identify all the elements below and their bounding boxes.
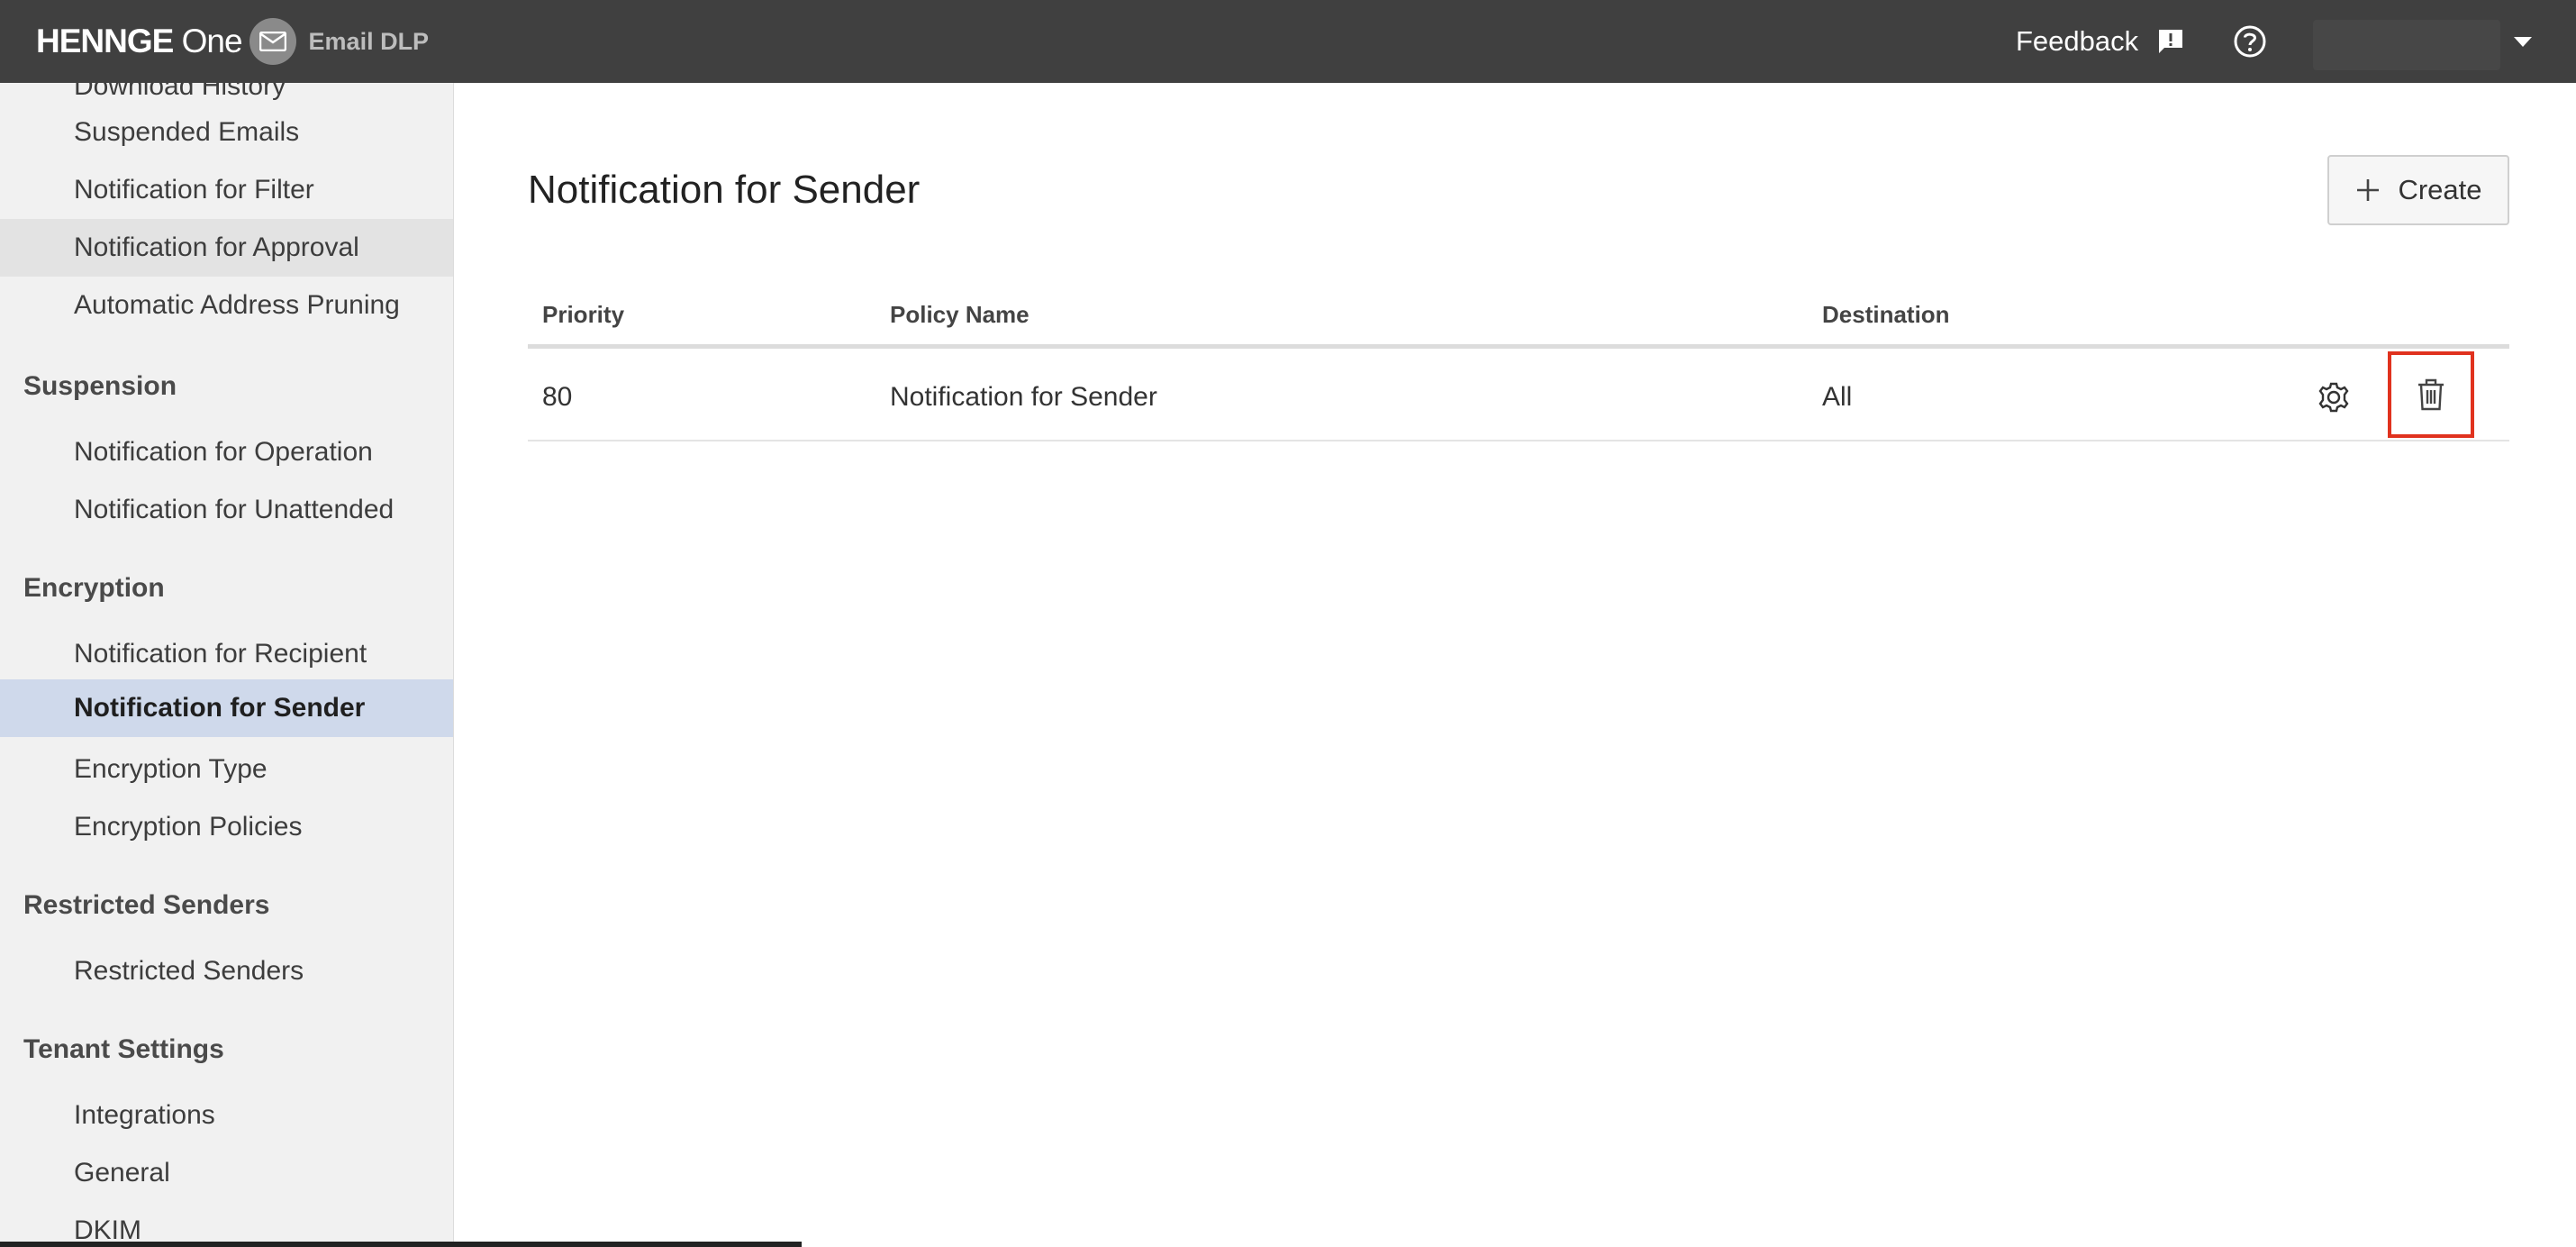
sidebar-item-automatic-address-pruning[interactable]: Automatic Address Pruning <box>0 277 453 334</box>
sidebar-item-dkim[interactable]: DKIM <box>0 1202 453 1247</box>
caret-down-icon[interactable] <box>2511 32 2535 50</box>
cell-priority: 80 <box>542 382 573 412</box>
brand-name: HENNGE <box>36 23 174 59</box>
brand-suffix: One <box>181 23 243 59</box>
bottom-scroll-bar <box>0 1242 802 1247</box>
column-header-priority[interactable]: Priority <box>542 301 624 329</box>
sidebar-section-suspension: Suspension <box>23 371 177 401</box>
sidebar-section-restricted-senders: Restricted Senders <box>23 890 270 920</box>
sidebar-section-tenant-settings: Tenant Settings <box>23 1034 224 1064</box>
sidebar-item-integrations[interactable]: Integrations <box>0 1087 453 1144</box>
column-header-policy-name[interactable]: Policy Name <box>890 301 1029 329</box>
feedback-label: Feedback <box>2016 25 2139 57</box>
top-bar: HENNGE One Email DLP Feedback <box>0 0 2576 83</box>
sidebar-item-notification-for-filter[interactable]: Notification for Filter <box>0 161 453 219</box>
delete-button[interactable] <box>2388 351 2474 438</box>
page-title: Notification for Sender <box>528 168 921 212</box>
column-header-destination[interactable]: Destination <box>1822 301 1950 329</box>
brand-logo: HENNGE One <box>36 23 243 60</box>
sidebar-item-encryption-policies[interactable]: Encryption Policies <box>0 798 453 856</box>
user-menu[interactable] <box>2313 20 2500 70</box>
mail-icon <box>249 18 296 65</box>
sidebar: Download History Suspended Emails Notifi… <box>0 83 454 1247</box>
plus-icon <box>2354 177 2381 204</box>
create-button[interactable]: Create <box>2327 155 2509 225</box>
sidebar-item-notification-for-operation[interactable]: Notification for Operation <box>0 423 453 481</box>
brand[interactable]: HENNGE One Email DLP <box>36 0 429 83</box>
sidebar-item-suspended-emails[interactable]: Suspended Emails <box>0 104 453 161</box>
product-name: Email DLP <box>308 27 430 55</box>
sidebar-item-notification-for-sender[interactable]: Notification for Sender <box>0 679 453 737</box>
sidebar-item-notification-for-approval[interactable]: Notification for Approval <box>0 219 453 277</box>
create-button-label: Create <box>2398 174 2482 205</box>
sidebar-item-encryption-type[interactable]: Encryption Type <box>0 741 453 798</box>
sidebar-item-notification-for-recipient[interactable]: Notification for Recipient <box>0 625 453 683</box>
sidebar-item-restricted-senders[interactable]: Restricted Senders <box>0 942 453 1000</box>
sidebar-item-general[interactable]: General <box>0 1144 453 1202</box>
gear-icon[interactable] <box>2315 378 2353 416</box>
cell-policy-name[interactable]: Notification for Sender <box>890 382 1157 413</box>
sidebar-item-notification-for-unattended[interactable]: Notification for Unattended <box>0 481 453 539</box>
help-icon[interactable] <box>2232 23 2268 59</box>
table-header-divider <box>528 344 2509 349</box>
feedback-button[interactable]: Feedback <box>2016 0 2185 83</box>
sidebar-section-encryption: Encryption <box>23 573 165 603</box>
trash-icon <box>2416 378 2446 412</box>
feedback-icon <box>2156 27 2185 56</box>
cell-destination: All <box>1822 382 1853 412</box>
table-row-divider <box>528 440 2509 441</box>
